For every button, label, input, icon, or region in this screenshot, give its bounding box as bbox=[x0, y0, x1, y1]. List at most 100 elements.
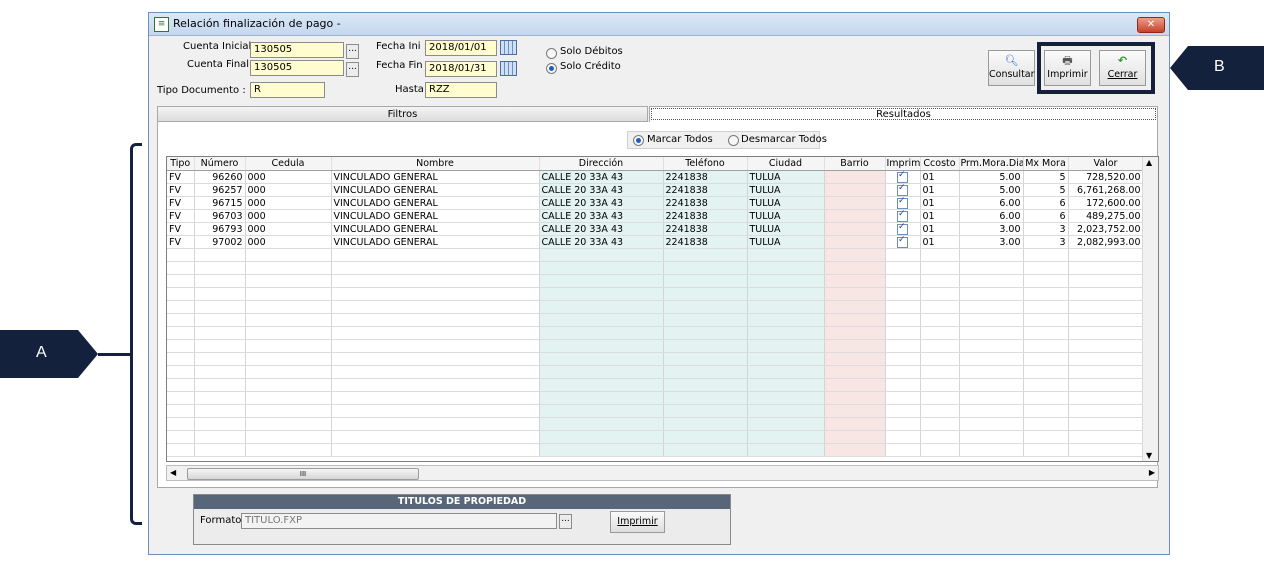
marcar-todos-radio[interactable] bbox=[633, 135, 644, 146]
empty-cell bbox=[331, 248, 540, 262]
empty-cell bbox=[245, 378, 332, 392]
imprimir-checkbox-cell[interactable] bbox=[885, 222, 921, 236]
empty-cell bbox=[824, 378, 886, 392]
desmarcar-todos-radio[interactable] bbox=[728, 135, 739, 146]
empty-cell bbox=[167, 391, 195, 405]
tipo-documento-field[interactable]: R bbox=[250, 82, 325, 98]
imprimir-checkbox-cell[interactable] bbox=[885, 183, 921, 197]
empty-cell bbox=[539, 261, 664, 275]
column-header[interactable]: Teléfono bbox=[663, 157, 748, 171]
solo-credito-radio[interactable] bbox=[546, 63, 557, 74]
annotation-a-bracket bbox=[130, 143, 142, 525]
vertical-scrollbar[interactable]: ▲ ▼ bbox=[1142, 157, 1158, 461]
column-header[interactable]: Cedula bbox=[245, 157, 332, 171]
hasta-field[interactable]: RZZ bbox=[425, 82, 497, 98]
empty-cell bbox=[663, 365, 748, 379]
imprimir-checkbox[interactable] bbox=[897, 197, 908, 209]
imprimir-checkbox-cell[interactable] bbox=[885, 196, 921, 210]
empty-cell bbox=[331, 404, 540, 418]
empty-cell bbox=[663, 287, 748, 301]
formato-lookup-button[interactable]: ... bbox=[559, 514, 572, 529]
empty-cell bbox=[920, 287, 960, 301]
empty-cell bbox=[245, 352, 332, 366]
empty-cell bbox=[194, 287, 246, 301]
formato-field[interactable]: TITULO.FXP bbox=[241, 513, 557, 529]
table-row[interactable]: FV 96715 000 VINCULADO GENERAL CALLE 20 33A … bbox=[167, 196, 1144, 210]
fecha-fin-field[interactable]: 2018/01/31 bbox=[425, 61, 497, 77]
empty-cell bbox=[824, 365, 886, 379]
column-header[interactable]: Imprimir bbox=[885, 157, 921, 171]
empty-cell bbox=[1068, 443, 1144, 457]
table-row[interactable]: FV 97002 000 VINCULADO GENERAL CALLE 20 33A … bbox=[167, 235, 1144, 249]
empty-cell bbox=[245, 365, 332, 379]
column-header[interactable]: Ciudad bbox=[747, 157, 825, 171]
cuenta-final-field[interactable]: 130505 bbox=[250, 60, 344, 76]
empty-cell bbox=[331, 352, 540, 366]
imprimir-checkbox-cell[interactable] bbox=[885, 235, 921, 249]
empty-cell bbox=[747, 313, 825, 327]
table-row[interactable]: FV 96793 000 VINCULADO GENERAL CALLE 20 33A … bbox=[167, 222, 1144, 236]
imprimir-checkbox-cell[interactable] bbox=[885, 209, 921, 223]
scroll-down-icon[interactable]: ▼ bbox=[1146, 451, 1152, 460]
empty-cell bbox=[885, 274, 921, 288]
scroll-up-icon[interactable]: ▲ bbox=[1146, 158, 1152, 167]
close-window-button[interactable]: ✕ bbox=[1137, 17, 1165, 33]
empty-cell bbox=[194, 326, 246, 340]
solo-debitos-radio[interactable] bbox=[546, 48, 557, 59]
empty-cell bbox=[663, 339, 748, 353]
column-header[interactable]: Dirección bbox=[539, 157, 664, 171]
results-grid[interactable]: Tipo Número Cedula Nombre Dirección Teléfono C… bbox=[166, 156, 1159, 462]
cuenta-inicial-lookup-button[interactable]: ... bbox=[346, 44, 359, 59]
scroll-right-icon[interactable]: ▶ bbox=[1149, 468, 1155, 477]
table-cell: VINCULADO GENERAL bbox=[331, 222, 540, 236]
imprimir-checkbox[interactable] bbox=[897, 236, 908, 248]
table-row[interactable]: FV 96703 000 VINCULADO GENERAL CALLE 20 33A … bbox=[167, 209, 1144, 223]
empty-cell bbox=[539, 287, 664, 301]
marcar-group: Marcar Todos Desmarcar Todos bbox=[627, 131, 827, 149]
imprimir-checkbox-cell[interactable] bbox=[885, 170, 921, 184]
column-header[interactable]: Número bbox=[194, 157, 246, 171]
imprimir-checkbox[interactable] bbox=[897, 223, 908, 235]
empty-cell bbox=[245, 248, 332, 262]
column-header[interactable]: Barrio bbox=[824, 157, 886, 171]
empty-cell bbox=[663, 300, 748, 314]
column-header[interactable]: Mx Mora bbox=[1023, 157, 1069, 171]
empty-cell bbox=[747, 391, 825, 405]
scroll-left-icon[interactable]: ◀ bbox=[170, 468, 176, 477]
fecha-ini-field[interactable]: 2018/01/01 bbox=[425, 40, 497, 56]
column-header[interactable]: Valor bbox=[1068, 157, 1144, 171]
imprimir-checkbox[interactable] bbox=[897, 171, 908, 183]
imprimir-checkbox[interactable] bbox=[897, 210, 908, 222]
table-cell bbox=[824, 222, 886, 236]
consultar-button[interactable]: 🔍︎ Consultar bbox=[988, 50, 1035, 86]
table-cell: TULUA bbox=[747, 222, 825, 236]
empty-cell bbox=[245, 326, 332, 340]
tab-resultados[interactable]: Resultados bbox=[649, 106, 1158, 122]
horizontal-scrollbar[interactable]: ◀ III ▶ bbox=[166, 465, 1159, 481]
table-row[interactable]: FV 96260 000 VINCULADO GENERAL CALLE 20 33A … bbox=[167, 170, 1144, 184]
titulos-imprimir-button[interactable]: Imprimir bbox=[610, 511, 665, 533]
imprimir-checkbox[interactable] bbox=[897, 184, 908, 196]
table-cell: FV bbox=[167, 183, 195, 197]
empty-cell bbox=[245, 261, 332, 275]
fecha-ini-calendar-icon[interactable] bbox=[500, 40, 517, 55]
tab-filtros[interactable]: Filtros bbox=[157, 106, 648, 122]
scroll-thumb[interactable]: III bbox=[187, 468, 419, 480]
empty-cell bbox=[167, 248, 195, 262]
cuenta-inicial-field[interactable]: 130505 bbox=[250, 42, 344, 58]
empty-cell bbox=[1068, 339, 1144, 353]
column-header[interactable]: Ccosto bbox=[920, 157, 960, 171]
column-header[interactable]: Nombre bbox=[331, 157, 540, 171]
fecha-fin-calendar-icon[interactable] bbox=[500, 61, 517, 76]
empty-cell bbox=[331, 339, 540, 353]
table-cell: 96257 bbox=[194, 183, 246, 197]
table-cell bbox=[824, 170, 886, 184]
cuenta-final-lookup-button[interactable]: ... bbox=[346, 62, 359, 77]
empty-cell bbox=[194, 274, 246, 288]
empty-cell bbox=[245, 287, 332, 301]
empty-cell bbox=[663, 378, 748, 392]
column-header[interactable]: Prm.Mora.Dias bbox=[959, 157, 1024, 171]
empty-cell bbox=[747, 417, 825, 431]
column-header[interactable]: Tipo bbox=[167, 157, 195, 171]
table-row[interactable]: FV 96257 000 VINCULADO GENERAL CALLE 20 33A … bbox=[167, 183, 1144, 197]
